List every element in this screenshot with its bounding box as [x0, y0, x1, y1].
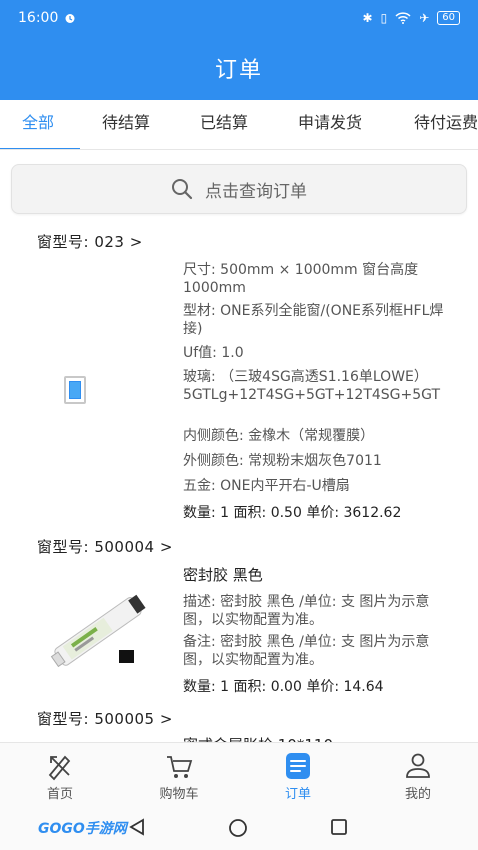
spec-uf-value: Uf值: 1.0: [183, 345, 244, 361]
battery-indicator: 60: [437, 11, 460, 25]
back-icon[interactable]: [128, 818, 146, 836]
order-header-500004[interactable]: 窗型号: 500004 >: [37, 536, 173, 557]
tab-pending-freight[interactable]: 待付运费: [414, 100, 478, 149]
spec-size: 尺寸: 500mm × 1000mm 窗台高度1000mm: [183, 262, 419, 296]
home-button-icon[interactable]: [228, 818, 248, 838]
page-title: 订单: [214, 58, 263, 83]
alarm-icon: [65, 14, 75, 23]
window-thumbnail: [64, 376, 86, 404]
tab-request-shipping[interactable]: 申请发货: [298, 100, 362, 149]
nav-profile[interactable]: 我的: [378, 751, 458, 802]
order-tabs: 全部 待结算 已结算 申请发货 待付运费: [0, 100, 478, 150]
wifi-icon: [395, 12, 411, 24]
order-header-500005[interactable]: 窗型号: 500005 >: [37, 708, 173, 729]
spec-hardware: 五金: ONE内平开右-U槽扇: [183, 478, 350, 494]
vibrate-icon: ▯: [380, 11, 388, 25]
cart-icon: [167, 756, 193, 778]
clock: 16:00: [18, 10, 59, 26]
recents-icon[interactable]: [330, 818, 348, 836]
spec-outer-color: 外侧颜色: 常规粉末烟灰色7011: [183, 453, 382, 469]
order-header-023[interactable]: 窗型号: 023 >: [37, 231, 143, 252]
item-description: 描述: 密封胶 黑色 /单位: 支 图片为示意图，以实物配置为准。: [183, 594, 430, 628]
sealant-tube-image: [50, 594, 146, 668]
spec-profile: 型材: ONE系列全能窗/(ONE系列框HFL焊接): [183, 303, 444, 337]
nav-home[interactable]: 首页: [20, 751, 100, 802]
tab-all[interactable]: 全部: [22, 100, 54, 149]
system-navigation: GOGO手游网: [0, 804, 478, 850]
search-placeholder: 点击查询订单: [205, 181, 307, 202]
home-icon: [48, 755, 71, 781]
profile-icon: [406, 753, 430, 778]
watermark-logo: GOGO手游网: [38, 821, 127, 837]
bluetooth-icon: ✱: [362, 11, 373, 25]
order-summary: 数量: 1 面积: 0.50 单价: 3612.62: [183, 505, 402, 521]
item-remark: 备注: 密封胶 黑色 /单位: 支 图片为示意图，以实物配置为准。: [183, 634, 430, 668]
status-bar: 16:00 ✱ ▯ ✈ 60: [0, 0, 478, 36]
order-icon: [286, 753, 310, 779]
search-input[interactable]: 点击查询订单: [11, 164, 467, 214]
tab-settled[interactable]: 已结算: [200, 100, 248, 149]
page-title-bar: 订单: [0, 36, 478, 100]
nav-cart[interactable]: 购物车: [139, 751, 219, 802]
item-title: 密封胶 黑色: [183, 566, 263, 584]
search-icon: [172, 179, 193, 200]
airplane-icon: ✈: [419, 11, 430, 25]
bottom-navigation: 首页 购物车 订单 我的: [0, 742, 478, 804]
tab-active-indicator: [0, 148, 80, 149]
tab-pending-settlement[interactable]: 待结算: [102, 100, 150, 149]
spec-glass: 玻璃: （三玻4SG高透S1.16单LOWE）5GTLg+12T4SG+5GT+…: [183, 369, 441, 403]
nav-orders[interactable]: 订单: [258, 751, 338, 802]
order-summary: 数量: 1 面积: 0.00 单价: 14.64: [183, 679, 384, 695]
spec-inner-color: 内侧颜色: 金橡木（常规覆膜）: [183, 428, 375, 444]
